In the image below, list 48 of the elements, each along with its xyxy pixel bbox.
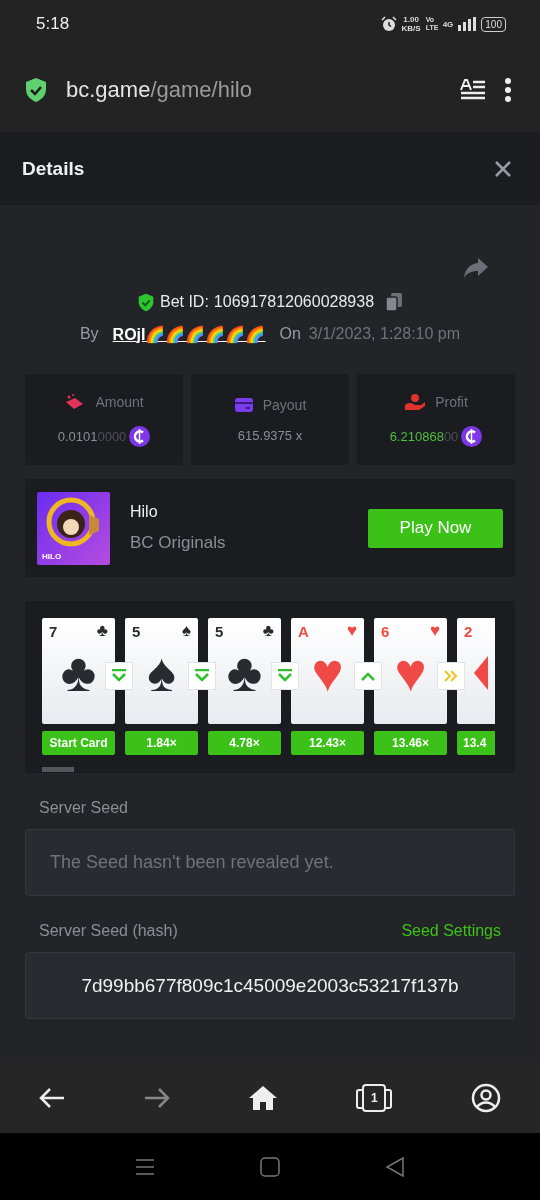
card-suit: ♥ — [429, 621, 440, 641]
card-suit: ♣ — [96, 621, 108, 641]
card-suit-large: ♥ — [311, 642, 344, 702]
stat-label: Profit — [435, 393, 468, 410]
clock-time: 5:18 — [36, 14, 70, 34]
thumbnail-label: HILO — [42, 551, 62, 561]
bet-date: 3/1/2023, 1:28:10 pm — [308, 325, 461, 343]
card-suit-large: ♥ — [394, 642, 427, 702]
network-speed: 1.00 KB/S — [401, 15, 421, 33]
stat-label: Payout — [262, 396, 307, 413]
seed-settings-link[interactable]: Seed Settings — [401, 922, 501, 940]
card-suit-large: ♠ — [147, 642, 176, 702]
stat-value: 6.21086800 — [389, 428, 459, 444]
card-suit: ♥ — [346, 621, 357, 641]
card-suit: ♠ — [181, 621, 191, 641]
by-label: By — [79, 325, 99, 343]
card-rank: 5 — [132, 622, 141, 640]
multiplier-label: 13.46× — [374, 731, 447, 755]
card-rank: 5 — [215, 622, 224, 640]
bet-id: 106917812060028938 — [213, 293, 375, 311]
card-rank: 2 — [464, 622, 473, 640]
multiplier-label: Start Card — [42, 731, 115, 755]
username-link[interactable]: ROjI🌈🌈🌈🌈🌈🌈 — [112, 324, 266, 344]
multiplier-label: 12.43× — [291, 731, 364, 755]
card-rank: A — [298, 622, 309, 640]
card-rank: 6 — [381, 622, 390, 640]
server-seed-hash-field[interactable]: 7d99bb677f809c1c45009e2003c53217f137b — [25, 952, 515, 1019]
card-suit: ♣ — [262, 621, 274, 641]
bet-id-label: Bet ID: — [159, 293, 209, 311]
multiplier-label: 1.84× — [125, 731, 198, 755]
card-suit-large: ♣ — [226, 642, 263, 702]
card-suit-large: ♣ — [60, 642, 97, 702]
field-label: Server Seed — [39, 799, 128, 817]
stat-value: 615.9375 x — [237, 427, 303, 443]
stat-label: Amount — [95, 393, 144, 410]
game-provider: BC Originals — [130, 533, 227, 553]
network-type: 4G — [442, 19, 454, 29]
game-thumbnail[interactable]: HILO — [37, 491, 110, 565]
game-name: Hilo — [130, 503, 159, 521]
on-label: On — [279, 325, 301, 343]
battery-indicator: 100 — [481, 16, 506, 32]
multiplier-label: 13.4 — [457, 731, 495, 755]
field-label: Server Seed (hash) — [39, 922, 178, 940]
card-rank: 7 — [49, 622, 58, 640]
dialog-title: Details — [22, 157, 85, 180]
stat-value: 0.01010000 — [57, 428, 127, 444]
server-seed-field[interactable]: The Seed hasn't been revealed yet. — [25, 829, 515, 896]
multiplier-label: 4.78× — [208, 731, 281, 755]
